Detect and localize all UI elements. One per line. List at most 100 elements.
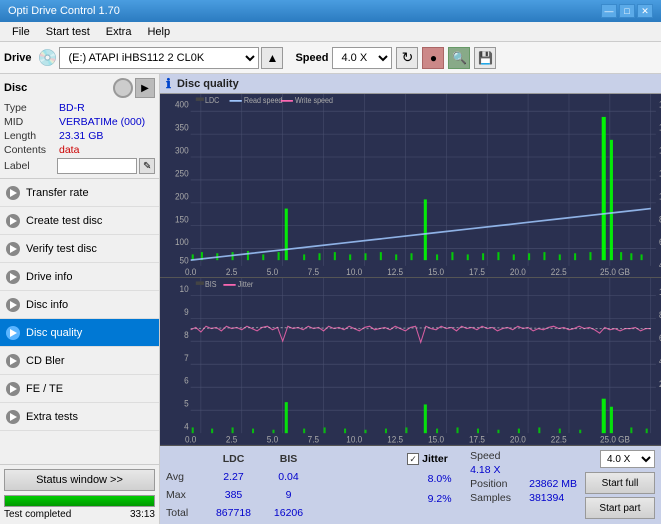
sidebar-item-cd-bler[interactable]: CD Bler [0, 347, 159, 375]
menu-start-test[interactable]: Start test [38, 24, 98, 40]
svg-text:12.5: 12.5 [387, 267, 403, 278]
title-bar: Opti Drive Control 1.70 — □ ✕ [0, 0, 661, 22]
transfer-rate-label: Transfer rate [26, 187, 89, 199]
disc-info-label: Disc info [26, 299, 68, 311]
transfer-rate-icon [6, 186, 20, 200]
speed-pos-group: Speed 4.18 X Position 23862 MB Samples 3… [470, 450, 577, 504]
disc-btn[interactable]: ▶ [135, 78, 155, 98]
jitter-header-row: ✓ Jitter [407, 450, 462, 468]
svg-text:5: 5 [184, 399, 189, 410]
svg-text:350: 350 [175, 122, 189, 133]
create-test-disc-icon [6, 214, 20, 228]
label-input[interactable] [57, 158, 137, 174]
bis-chart-svg: 10 9 8 7 6 5 4 10% 8% 6% 4% 2% 0.0 2.5 [160, 278, 661, 445]
avg-bis: 0.04 [261, 471, 316, 483]
svg-text:2.5: 2.5 [226, 434, 238, 445]
jitter-max-row: 9.2% [407, 490, 462, 508]
minimize-btn[interactable]: — [601, 4, 617, 18]
maximize-btn[interactable]: □ [619, 4, 635, 18]
jitter-avg: 8.0% [417, 473, 462, 485]
progress-bar [4, 495, 155, 507]
total-ldc: 867718 [206, 507, 261, 519]
status-window-btn[interactable]: Status window >> [4, 469, 155, 491]
disc-length-val: 23.31 GB [59, 130, 103, 142]
sidebar-item-create-test-disc[interactable]: Create test disc [0, 207, 159, 235]
svg-text:5.0: 5.0 [267, 267, 279, 278]
eject-btn[interactable]: ▲ [261, 47, 283, 69]
sidebar-item-drive-info[interactable]: Drive info [0, 263, 159, 291]
sidebar-item-fe-te[interactable]: FE / TE [0, 375, 159, 403]
disc-mid-val: VERBATIMe (000) [59, 116, 145, 128]
disc-contents-val: data [59, 144, 79, 156]
speed-select[interactable]: 4.0 X 2.0 X 8.0 X [332, 47, 392, 69]
disc-type-row: Type BD-R [4, 102, 155, 114]
sidebar-item-transfer-rate[interactable]: Transfer rate [0, 179, 159, 207]
svg-text:8: 8 [184, 330, 189, 341]
sidebar-item-extra-tests[interactable]: Extra tests [0, 403, 159, 431]
refresh-btn[interactable]: ↻ [396, 47, 418, 69]
main-content: Disc ▶ Type BD-R MID VERBATIMe (000) Len… [0, 74, 661, 524]
svg-text:25.0 GB: 25.0 GB [600, 267, 630, 278]
svg-text:20.0: 20.0 [510, 267, 526, 278]
samples-row: Samples 381394 [470, 492, 577, 504]
max-ldc: 385 [206, 489, 261, 501]
drive-label: Drive [4, 52, 32, 64]
svg-text:7.5: 7.5 [308, 267, 320, 278]
burn-btn[interactable]: ● [422, 47, 444, 69]
disc-quality-label: Disc quality [26, 327, 82, 339]
start-part-btn[interactable]: Start part [585, 497, 655, 519]
jitter-avg-row: 8.0% [407, 470, 462, 488]
start-full-btn[interactable]: Start full [585, 472, 655, 494]
svg-text:Jitter: Jitter [238, 280, 254, 290]
svg-text:4: 4 [184, 422, 189, 433]
disc-section-label: Disc [4, 82, 27, 94]
bis-chart: 10 9 8 7 6 5 4 10% 8% 6% 4% 2% 0.0 2.5 [160, 278, 661, 446]
bis-header: BIS [261, 453, 316, 465]
sidebar-item-verify-test-disc[interactable]: Verify test disc [0, 235, 159, 263]
status-text: Test completed [4, 509, 71, 520]
drive-select[interactable]: (E:) ATAPI iHBS112 2 CL0K [59, 47, 259, 69]
disc-info-icon [6, 298, 20, 312]
svg-text:17.5: 17.5 [469, 267, 485, 278]
svg-text:250: 250 [175, 168, 189, 179]
close-btn[interactable]: ✕ [637, 4, 653, 18]
svg-text:9: 9 [184, 307, 189, 318]
verify-test-disc-label: Verify test disc [26, 243, 97, 255]
jitter-label: Jitter [422, 453, 448, 465]
cd-bler-icon [6, 354, 20, 368]
menu-help[interactable]: Help [139, 24, 178, 40]
create-test-disc-label: Create test disc [26, 215, 102, 227]
save-btn[interactable]: 💾 [474, 47, 496, 69]
disc-mid-row: MID VERBATIMe (000) [4, 116, 155, 128]
drive-icon: 💿 [38, 48, 58, 68]
menu-extra[interactable]: Extra [98, 24, 140, 40]
disc-label-row: Label ✎ [4, 158, 155, 174]
position-val: 23862 MB [529, 478, 577, 490]
disc-contents-row: Contents data [4, 144, 155, 156]
svg-text:2.5: 2.5 [226, 267, 238, 278]
svg-text:5.0: 5.0 [267, 434, 279, 445]
speed-select-stats[interactable]: 4.0 X 2.0 X 8.0 X [600, 450, 655, 468]
svg-text:12.5: 12.5 [387, 434, 403, 445]
disc-quality-icon-header: ℹ [166, 76, 171, 92]
label-edit-btn[interactable]: ✎ [139, 158, 155, 174]
toolbar: Drive 💿 (E:) ATAPI iHBS112 2 CL0K ▲ Spee… [0, 42, 661, 74]
jitter-checkbox[interactable]: ✓ [407, 453, 419, 465]
position-row: Position 23862 MB [470, 478, 577, 490]
sidebar-item-disc-quality[interactable]: Disc quality [0, 319, 159, 347]
stats-max-row: Max 385 9 [166, 486, 399, 504]
svg-text:150: 150 [175, 214, 189, 225]
menu-file[interactable]: File [4, 24, 38, 40]
disc-length-row: Length 23.31 GB [4, 130, 155, 142]
total-bis: 16206 [261, 507, 316, 519]
svg-text:15.0: 15.0 [428, 434, 444, 445]
scan-btn[interactable]: 🔍 [448, 47, 470, 69]
status-panel: Status window >> Test completed 33:13 [0, 464, 159, 524]
svg-text:25.0 GB: 25.0 GB [600, 434, 630, 445]
sidebar-item-disc-info[interactable]: Disc info [0, 291, 159, 319]
extra-tests-label: Extra tests [26, 411, 78, 423]
drive-info-icon [6, 270, 20, 284]
speed-label: Speed [295, 52, 328, 64]
disc-type-val: BD-R [59, 102, 85, 114]
extra-tests-icon [6, 410, 20, 424]
